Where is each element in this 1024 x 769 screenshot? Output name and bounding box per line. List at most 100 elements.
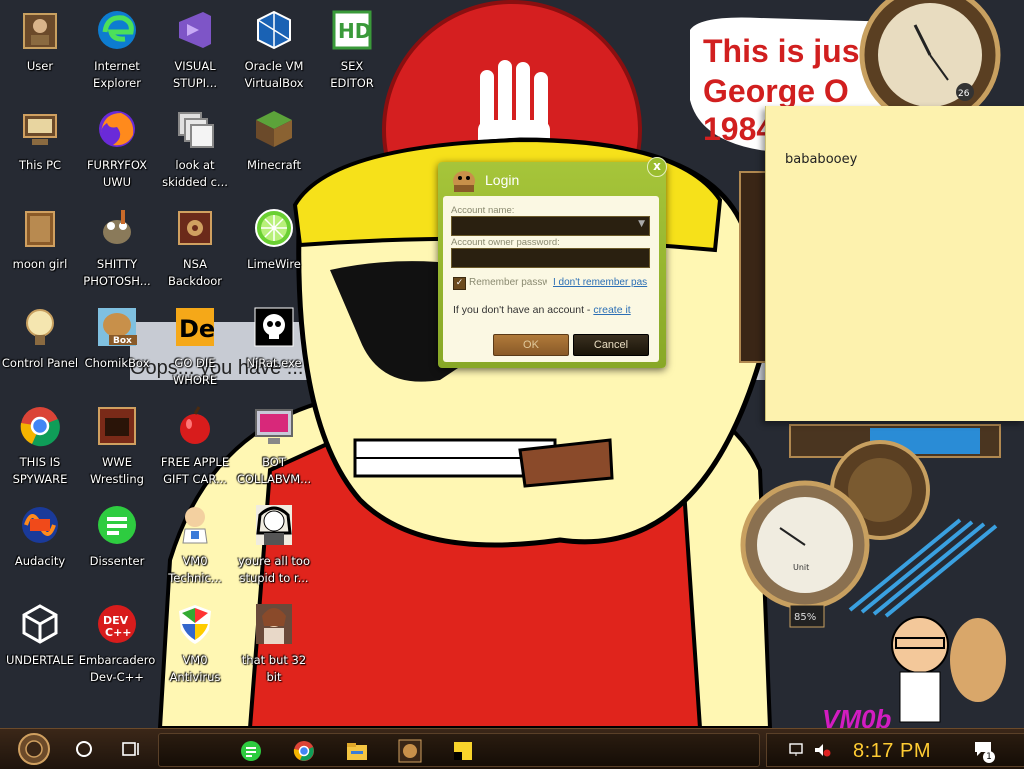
portrait-lady-icon[interactable] bbox=[252, 602, 296, 646]
unity-icon[interactable] bbox=[18, 602, 62, 646]
login-dialog[interactable]: Login x Account name: ▼ Account owner pa… bbox=[438, 157, 667, 368]
gauge-percent-text: 85% bbox=[794, 612, 816, 623]
gimp-icon[interactable] bbox=[95, 206, 139, 250]
desktop-icon[interactable]: FREE APPLE GIFT CAR... bbox=[155, 396, 235, 488]
doctor-icon[interactable] bbox=[173, 503, 217, 547]
password-field[interactable] bbox=[451, 248, 650, 268]
desktop-icon-label: WWE Wrestling bbox=[90, 455, 144, 486]
sticky-note[interactable]: bababooey bbox=[765, 106, 1024, 421]
audacity-icon[interactable] bbox=[18, 503, 62, 547]
remember-checkbox[interactable]: ✓ bbox=[453, 277, 466, 290]
volume-muted-icon[interactable] bbox=[813, 742, 831, 758]
cancel-button[interactable]: Cancel bbox=[573, 334, 649, 356]
desktop-icon[interactable]: Box ChomikBox bbox=[77, 297, 157, 389]
shield-icon[interactable] bbox=[173, 602, 217, 646]
desktop-icon[interactable]: FURRYFOX UWU bbox=[77, 99, 157, 191]
minecraft-icon[interactable] bbox=[252, 107, 296, 151]
chomikbox-icon[interactable]: Box bbox=[95, 305, 139, 349]
svg-text:HD: HD bbox=[338, 19, 371, 43]
desktop-icon[interactable]: THIS IS SPYWARE bbox=[0, 396, 80, 488]
create-account-link[interactable]: create it bbox=[593, 304, 630, 316]
network-icon[interactable] bbox=[789, 742, 807, 758]
visual-studio-icon[interactable] bbox=[173, 8, 217, 52]
desktop-icon[interactable]: NSA Backdoor bbox=[155, 198, 235, 290]
desktop-icon[interactable]: This PC bbox=[0, 99, 80, 191]
dissenter-icon[interactable] bbox=[239, 739, 263, 763]
desktop-icon[interactable]: VM0 Technic... bbox=[155, 495, 235, 587]
desktop-icon[interactable]: look at skidded c... bbox=[155, 99, 235, 191]
folder-icon[interactable] bbox=[18, 206, 62, 250]
desktop-icon[interactable]: Dissenter bbox=[77, 495, 157, 587]
hxd-icon[interactable]: HD bbox=[330, 8, 374, 52]
desktop-icon[interactable]: Audacity bbox=[0, 495, 80, 587]
desktop-icon[interactable]: moon girl bbox=[0, 198, 80, 290]
chevron-down-icon[interactable]: ▼ bbox=[638, 219, 645, 229]
desktop-icon-label: that but 32 bit bbox=[241, 653, 307, 684]
desktop-icon[interactable]: WWE Wrestling bbox=[77, 396, 157, 488]
desktop-icon-label: SEX EDITOR bbox=[330, 59, 374, 90]
chrome-icon[interactable] bbox=[18, 404, 62, 448]
copy-windows-icon[interactable] bbox=[173, 107, 217, 151]
file-explorer-icon[interactable] bbox=[345, 739, 369, 763]
lightbulb-icon[interactable] bbox=[18, 305, 62, 349]
taskbar-clock[interactable]: 8:17 PM bbox=[853, 740, 931, 763]
firefox-icon[interactable] bbox=[95, 107, 139, 151]
desktop-icon-label: GO DIE WHORE bbox=[172, 356, 218, 387]
computer-icon[interactable] bbox=[18, 107, 62, 151]
safe-icon[interactable] bbox=[173, 206, 217, 250]
sticky-note-text[interactable]: bababooey bbox=[785, 152, 857, 167]
dissenter-icon[interactable] bbox=[95, 503, 139, 547]
desktop-icon[interactable]: BOT COLLABVM... bbox=[234, 396, 314, 488]
ok-button[interactable]: OK bbox=[493, 334, 569, 356]
desktop-icon[interactable]: Minecraft bbox=[234, 99, 314, 191]
desktop-icon[interactable]: LimeWire bbox=[234, 198, 314, 290]
desktop-icon-label: Oracle VM VirtualBox bbox=[244, 59, 304, 90]
desktop-icon[interactable]: Control Panel bbox=[0, 297, 80, 389]
dialog-body: Account name: ▼ Account owner password: … bbox=[443, 196, 659, 362]
account-name-label: Account name: bbox=[451, 205, 515, 216]
desktop-icon[interactable]: DEV C++ Embarcadero Dev-C++ bbox=[77, 594, 157, 686]
search-circle-icon[interactable] bbox=[72, 737, 96, 761]
desktop-icon[interactable]: that but 32 bit bbox=[234, 594, 314, 686]
portrait-icon[interactable] bbox=[252, 503, 296, 547]
svg-text:De: De bbox=[179, 315, 215, 343]
edge-icon[interactable] bbox=[95, 8, 139, 52]
desktop-icon[interactable]: Internet Explorer bbox=[77, 0, 157, 92]
apple-icon[interactable] bbox=[173, 404, 217, 448]
sticky-notes-icon[interactable] bbox=[451, 739, 475, 763]
monitor-icon[interactable] bbox=[252, 404, 296, 448]
desktop-icon[interactable]: NjRat.exe bbox=[234, 297, 314, 389]
desktop-icon[interactable]: User bbox=[0, 0, 80, 92]
limewire-icon[interactable] bbox=[252, 206, 296, 250]
desktop-icon-label: SHITTY PHOTOSH... bbox=[83, 257, 151, 288]
desktop-icon[interactable]: VISUAL STUPI... bbox=[155, 0, 235, 92]
task-view-icon[interactable] bbox=[118, 737, 142, 761]
devcpp-icon[interactable]: DEVC++ bbox=[95, 602, 139, 646]
remember-label: Remember passw bbox=[469, 277, 547, 288]
close-icon[interactable]: x bbox=[647, 157, 667, 177]
account-name-field[interactable]: ▼ bbox=[451, 216, 650, 236]
desktop-icon-label: VISUAL STUPI... bbox=[172, 59, 218, 90]
desktop-icon[interactable]: SHITTY PHOTOSH... bbox=[77, 198, 157, 290]
desktop-icon[interactable]: Oracle VM VirtualBox bbox=[234, 0, 314, 92]
taskbar-apps bbox=[158, 733, 760, 767]
desktop-icon-label: User bbox=[26, 59, 54, 73]
desktop-icon[interactable]: youre all too stupid to r... bbox=[234, 495, 314, 587]
desktop-icon[interactable]: UNDERTALE bbox=[0, 594, 80, 686]
desktop-icon[interactable]: VM0 Antivirus bbox=[155, 594, 235, 686]
chomikbox-icon[interactable] bbox=[398, 739, 422, 763]
desktop-icon[interactable]: De GO DIE WHORE bbox=[155, 297, 235, 389]
virtualbox-icon[interactable] bbox=[252, 8, 296, 52]
skull-icon[interactable] bbox=[252, 305, 296, 349]
desktop-icon[interactable]: HD SEX EDITOR bbox=[312, 0, 392, 92]
chrome-icon[interactable] bbox=[292, 739, 316, 763]
desktop-icon-label: Minecraft bbox=[247, 158, 301, 172]
oven-icon[interactable] bbox=[95, 404, 139, 448]
desktop-icon-label: NSA Backdoor bbox=[167, 257, 223, 288]
forgot-password-link[interactable]: I don't remember pas bbox=[553, 277, 649, 288]
de-icon[interactable]: De bbox=[173, 305, 217, 349]
user-folder-icon[interactable] bbox=[18, 8, 62, 52]
start-button[interactable] bbox=[10, 732, 58, 766]
desktop-icon-label: UNDERTALE bbox=[6, 653, 74, 667]
clock-day-number: 26 bbox=[958, 89, 970, 99]
